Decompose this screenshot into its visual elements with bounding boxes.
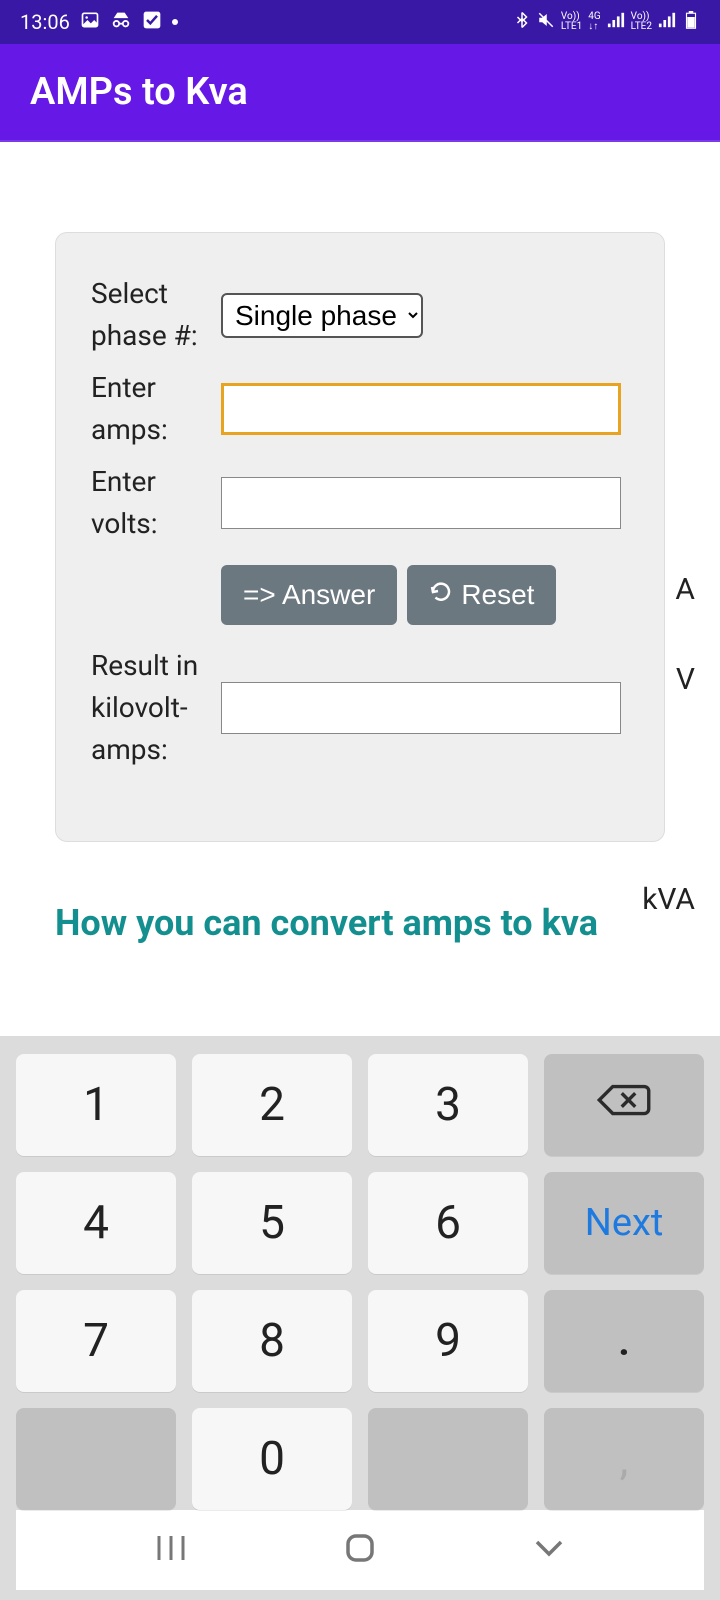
bluetooth-icon — [513, 11, 531, 33]
signal1-icon — [607, 11, 625, 33]
result-row: Result in kilovolt-amps: — [91, 645, 664, 771]
app-title: AMPs to Kva — [30, 70, 248, 114]
amps-unit: A — [675, 572, 695, 607]
amps-label: Enter amps: — [91, 367, 221, 451]
key-blank-left[interactable] — [16, 1408, 176, 1510]
lte1-label: Vo))LTE1 — [561, 12, 582, 32]
key-dot[interactable]: . — [544, 1290, 704, 1392]
section-heading: How you can convert amps to kva — [55, 902, 665, 944]
app-bar: AMPs to Kva — [0, 44, 720, 142]
volts-label: Enter volts: — [91, 461, 221, 545]
numeric-keyboard: 1 2 3 4 5 6 Next 7 8 9 . 0 , — [0, 1036, 720, 1600]
phase-label: Select phase #: — [91, 273, 221, 357]
result-unit: kVA — [642, 882, 695, 917]
image-icon — [80, 10, 100, 35]
key-next[interactable]: Next — [544, 1172, 704, 1274]
answer-button[interactable]: => Answer — [221, 565, 397, 625]
key-7[interactable]: 7 — [16, 1290, 176, 1392]
checkbox-icon — [142, 10, 162, 35]
nav-back[interactable] — [529, 1528, 569, 1572]
backspace-icon — [597, 1078, 651, 1132]
nav-recents[interactable] — [151, 1528, 191, 1572]
reset-icon — [429, 579, 453, 611]
key-1[interactable]: 1 — [16, 1054, 176, 1156]
volts-input[interactable] — [221, 477, 621, 529]
reset-button[interactable]: Reset — [407, 565, 556, 625]
form-card: Select phase #: Single phase Enter amps:… — [55, 232, 665, 842]
reset-button-label: Reset — [461, 579, 534, 611]
button-row: => Answer Reset — [91, 555, 664, 645]
nav-home[interactable] — [340, 1528, 380, 1572]
signal2-icon — [658, 11, 676, 33]
content-area: Select phase #: Single phase Enter amps:… — [0, 142, 720, 944]
amps-input[interactable] — [221, 383, 621, 435]
status-time: 13:06 — [20, 10, 70, 34]
key-6[interactable]: 6 — [368, 1172, 528, 1274]
key-3[interactable]: 3 — [368, 1054, 528, 1156]
status-left: 13:06 — [20, 9, 178, 36]
volts-unit: V — [676, 662, 695, 697]
dot-icon — [172, 19, 178, 25]
key-4[interactable]: 4 — [16, 1172, 176, 1274]
lte2-label: Vo))LTE2 — [631, 12, 652, 32]
incognito-icon — [110, 9, 132, 36]
key-5[interactable]: 5 — [192, 1172, 352, 1274]
key-0[interactable]: 0 — [192, 1408, 352, 1510]
key-backspace[interactable] — [544, 1054, 704, 1156]
mute-icon — [537, 11, 555, 33]
phase-row: Select phase #: Single phase — [91, 273, 664, 357]
net-label: 4G↓↑ — [588, 12, 600, 32]
status-bar: 13:06 Vo))LTE1 4G↓↑ Vo))LTE2 — [0, 0, 720, 44]
key-9[interactable]: 9 — [368, 1290, 528, 1392]
key-blank-mid[interactable] — [368, 1408, 528, 1510]
result-output — [221, 682, 621, 734]
volts-row: Enter volts: — [91, 461, 664, 545]
key-2[interactable]: 2 — [192, 1054, 352, 1156]
key-8[interactable]: 8 — [192, 1290, 352, 1392]
status-right: Vo))LTE1 4G↓↑ Vo))LTE2 — [513, 11, 700, 33]
phase-select[interactable]: Single phase — [221, 293, 423, 338]
key-comma[interactable]: , — [544, 1408, 704, 1510]
amps-row: Enter amps: — [91, 367, 664, 451]
answer-button-label: => Answer — [243, 579, 375, 611]
nav-bar — [16, 1510, 704, 1590]
battery-icon — [682, 11, 700, 33]
result-label: Result in kilovolt-amps: — [91, 645, 221, 771]
